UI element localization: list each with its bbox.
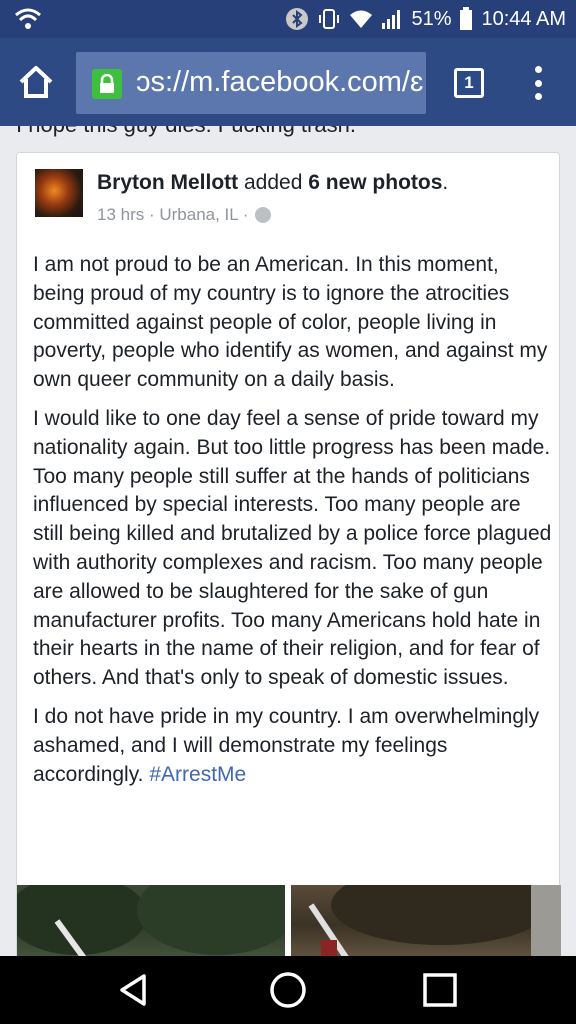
home-circle-icon[interactable] <box>268 970 308 1010</box>
wifi-calling-icon <box>15 8 41 29</box>
post-body: I am not proud to be an American. In thi… <box>33 251 553 799</box>
photo-thumbnail[interactable] <box>17 885 285 956</box>
hashtag-link[interactable]: #ArrestMe <box>149 763 246 786</box>
recents-icon[interactable] <box>420 970 460 1010</box>
back-icon[interactable] <box>114 970 154 1010</box>
post-card: Bryton Mellott added 6 new photos. 13 hr… <box>16 152 561 956</box>
signal-icon <box>381 8 403 30</box>
avatar[interactable] <box>35 169 83 217</box>
browser-toolbar: ɔs://m.facebook.com/ɛ 1 <box>0 38 576 126</box>
lock-icon <box>92 69 122 99</box>
overflow-menu-icon[interactable] <box>528 66 548 100</box>
post-action: added <box>238 171 309 194</box>
bluetooth-icon <box>285 7 309 31</box>
previous-comment: I hope this guy dies. Fucking trash. <box>16 126 356 138</box>
photo-thumbnail[interactable] <box>291 885 561 956</box>
battery-percent: 51% <box>411 7 452 30</box>
tab-switcher-button[interactable]: 1 <box>454 68 484 98</box>
post-action-end: . <box>442 171 449 194</box>
battery-icon <box>459 7 473 31</box>
vibrate-icon <box>317 7 341 31</box>
post-paragraph: I do not have pride in my country. I am … <box>33 703 553 789</box>
post-paragraph: I am not proud to be an American. In thi… <box>33 253 548 392</box>
photo-grid <box>17 885 561 956</box>
photos-link[interactable]: 6 new photos <box>308 171 442 194</box>
post-paragraph-text: I do not have pride in my country. I am … <box>33 704 540 786</box>
post-header: Bryton Mellott added 6 new photos. <box>97 171 448 195</box>
page-content: I hope this guy dies. Fucking trash. Bry… <box>0 126 576 956</box>
author-name[interactable]: Bryton Mellott <box>97 171 238 194</box>
url-bar[interactable]: ɔs://m.facebook.com/ɛ <box>76 52 426 114</box>
post-meta-text[interactable]: 13 hrs · Urbana, IL · <box>97 205 249 225</box>
home-icon[interactable] <box>16 62 56 102</box>
url-text: ɔs://m.facebook.com/ɛ <box>136 66 424 98</box>
system-navigation-bar <box>0 956 576 1024</box>
wifi-icon <box>349 8 373 30</box>
status-bar: 51% 10:44 AM <box>0 0 576 38</box>
clock: 10:44 AM <box>481 7 566 30</box>
globe-icon <box>254 207 271 223</box>
post-paragraph: I would like to one day feel a sense of … <box>33 406 552 690</box>
post-meta: 13 hrs · Urbana, IL · <box>97 205 271 225</box>
